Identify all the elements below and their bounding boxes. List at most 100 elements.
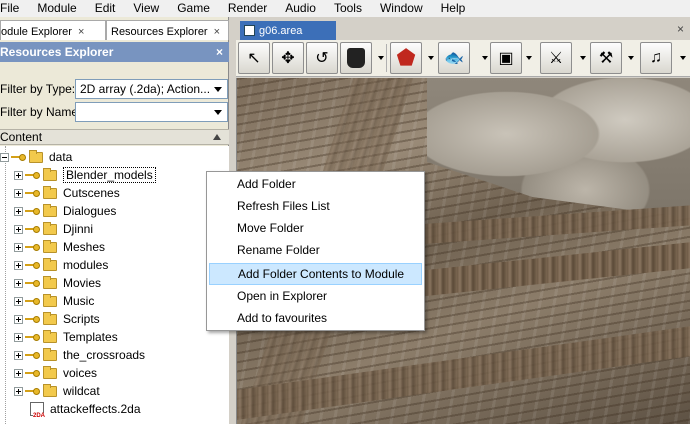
expand-icon[interactable] xyxy=(14,242,23,252)
key-icon xyxy=(25,224,40,234)
expand-icon[interactable] xyxy=(14,332,23,342)
menu-help[interactable]: Help xyxy=(441,2,475,15)
tree-node-folder[interactable]: Cutscenes xyxy=(14,184,120,202)
document-tab-g06-area[interactable]: g06.area xyxy=(240,21,336,40)
tree-node-folder[interactable]: Djinni xyxy=(14,220,93,238)
chevron-down-icon[interactable] xyxy=(214,87,222,92)
menu-window[interactable]: Window xyxy=(380,2,432,15)
expand-icon[interactable] xyxy=(14,314,23,324)
menu-item-add-folder-contents[interactable]: Add Folder Contents to Module xyxy=(209,263,422,285)
menu-audio[interactable]: Audio xyxy=(285,2,325,15)
tree-node-folder[interactable]: voices xyxy=(14,364,97,382)
close-icon[interactable]: × xyxy=(216,45,223,59)
tree-guide-line xyxy=(5,146,6,424)
tree-node-folder[interactable]: Blender_models xyxy=(14,166,156,184)
content-header-label: Content xyxy=(0,130,43,144)
key-icon xyxy=(25,170,40,180)
content-header[interactable]: Content xyxy=(0,129,229,145)
expand-icon[interactable] xyxy=(14,224,23,234)
expand-icon[interactable] xyxy=(14,386,23,396)
weapon-tool-button[interactable]: ⚔ xyxy=(540,42,572,74)
tree-node-data[interactable]: data xyxy=(0,148,72,166)
tree-node-folder[interactable]: Scripts xyxy=(14,310,100,328)
menu-item-open-in-explorer[interactable]: Open in Explorer xyxy=(209,285,422,307)
close-icon[interactable]: × xyxy=(214,26,220,38)
tree-node-label: Movies xyxy=(63,276,102,290)
filter-name-row: Filter by Name: xyxy=(0,99,229,125)
tree-node-folder[interactable]: Templates xyxy=(14,328,118,346)
expand-icon[interactable] xyxy=(14,206,23,216)
menu-edit[interactable]: Edit xyxy=(95,2,125,15)
panel-title-bar: Resources Explorer × xyxy=(0,42,229,62)
tree-node-folder[interactable]: wildcat xyxy=(14,382,100,400)
resource-tree[interactable]: data Blender_models Cutscenes Dialogues … xyxy=(0,146,229,424)
chevron-down-icon[interactable] xyxy=(680,56,686,60)
rotate-tool-button[interactable]: ↺ xyxy=(306,42,338,74)
folder-icon xyxy=(43,239,57,253)
item-tool-button[interactable]: ⚒ xyxy=(590,42,622,74)
chevron-down-icon[interactable] xyxy=(482,56,488,60)
sound-tool-button[interactable]: ♫ xyxy=(640,42,672,74)
chevron-down-icon[interactable] xyxy=(214,110,222,115)
menu-item-refresh-files-list[interactable]: Refresh Files List xyxy=(209,195,422,217)
chevron-down-icon[interactable] xyxy=(378,56,384,60)
creature-tool-button[interactable]: 🐟 xyxy=(438,42,470,74)
menu-item-add-to-favourites[interactable]: Add to favourites xyxy=(209,307,422,329)
tree-node-folder[interactable]: Movies xyxy=(14,274,101,292)
collapse-icon[interactable] xyxy=(0,152,9,162)
menu-game[interactable]: Game xyxy=(177,2,219,15)
tree-node-folder[interactable]: modules xyxy=(14,256,108,274)
key-icon xyxy=(11,152,26,162)
filter-name-input[interactable] xyxy=(75,102,228,122)
expand-icon[interactable] xyxy=(14,260,23,270)
folder-icon xyxy=(43,365,57,379)
close-icon[interactable]: × xyxy=(78,26,84,38)
bucket-icon xyxy=(347,48,365,68)
expand-icon[interactable] xyxy=(14,296,23,306)
chevron-down-icon[interactable] xyxy=(628,56,634,60)
tree-node-folder[interactable]: Music xyxy=(14,292,94,310)
menu-item-rename-folder[interactable]: Rename Folder xyxy=(209,239,422,261)
tree-node-folder[interactable]: Meshes xyxy=(14,238,105,256)
chevron-down-icon[interactable] xyxy=(526,56,532,60)
sort-up-icon[interactable] xyxy=(213,134,221,140)
expand-icon[interactable] xyxy=(14,278,23,288)
expand-icon[interactable] xyxy=(14,188,23,198)
tree-node-file[interactable]: 2DA attackeffects.2da xyxy=(30,400,141,419)
tree-node-folder[interactable]: Dialogues xyxy=(14,202,116,220)
move-tool-button[interactable]: ✥ xyxy=(272,42,304,74)
menu-view[interactable]: View xyxy=(133,2,168,15)
axe-icon: ⚒ xyxy=(598,50,614,67)
filter-name-label: Filter by Name: xyxy=(0,105,82,119)
expand-icon[interactable] xyxy=(14,170,23,180)
placeable-tool-button[interactable]: ⬟ xyxy=(390,42,422,74)
select-tool-button[interactable]: ↖ xyxy=(238,42,270,74)
bucket-tool-button[interactable] xyxy=(340,42,372,74)
expand-icon[interactable] xyxy=(14,350,23,360)
tree-node-label: Templates xyxy=(63,330,118,344)
folder-icon xyxy=(43,203,57,217)
filter-type-label: Filter by Type: xyxy=(0,82,76,96)
menu-item-move-folder[interactable]: Move Folder xyxy=(209,217,422,239)
folder-icon xyxy=(43,221,57,235)
key-icon xyxy=(25,188,40,198)
key-icon xyxy=(25,386,40,396)
key-icon xyxy=(25,314,40,324)
tab-resources-explorer[interactable]: Resources Explorer × xyxy=(106,20,229,40)
folder-icon xyxy=(43,293,57,307)
menu-tools[interactable]: Tools xyxy=(334,2,371,15)
tree-node-label: data xyxy=(49,150,73,164)
folder-icon xyxy=(43,383,57,397)
menu-render[interactable]: Render xyxy=(228,2,276,15)
expand-icon[interactable] xyxy=(14,368,23,378)
menu-module[interactable]: Module xyxy=(37,2,85,15)
chevron-down-icon[interactable] xyxy=(580,56,586,60)
tab-module-explorer[interactable]: odule Explorer × xyxy=(0,20,106,40)
menu-file[interactable]: File xyxy=(0,2,28,15)
tree-node-folder[interactable]: the_crossroads xyxy=(14,346,145,364)
menu-item-add-folder[interactable]: Add Folder xyxy=(209,173,422,195)
close-icon[interactable]: × xyxy=(677,22,684,36)
filter-type-select[interactable]: 2D array (.2da); Action... xyxy=(75,79,228,99)
container-tool-button[interactable]: ▣ xyxy=(490,42,522,74)
chevron-down-icon[interactable] xyxy=(428,56,434,60)
